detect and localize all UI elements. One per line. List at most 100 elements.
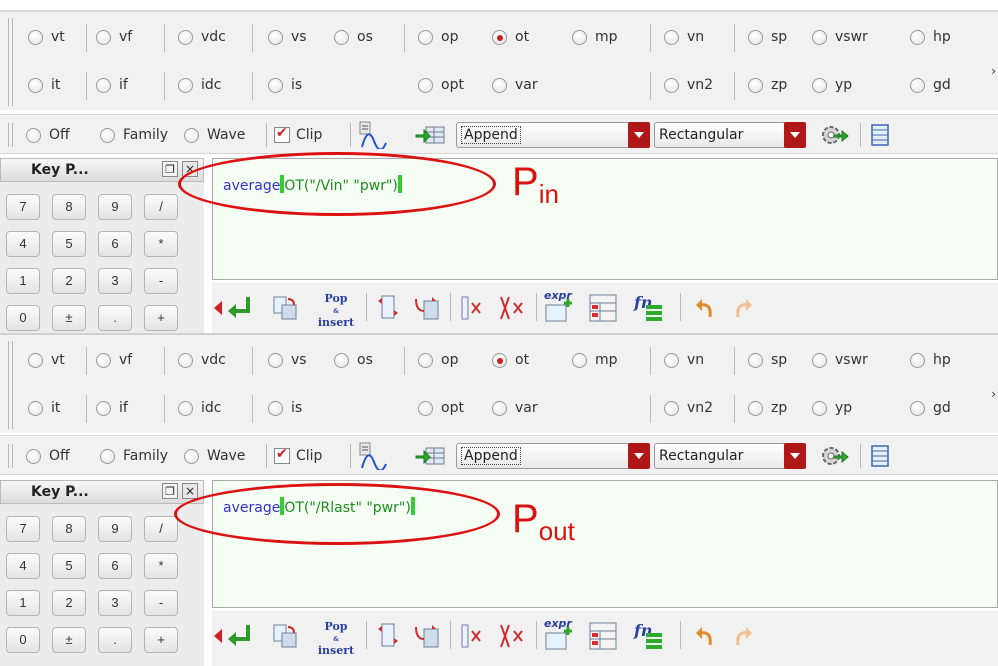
overflow-arrow-icon[interactable]: › (991, 64, 996, 78)
float-window-icon[interactable]: ❐ (162, 483, 178, 499)
radio-circle[interactable] (910, 352, 925, 368)
radio-circle[interactable] (268, 77, 283, 93)
expression-table-icon[interactable] (588, 293, 620, 323)
radio-vdc[interactable]: vdc (178, 349, 226, 371)
keypad-key[interactable]: 9 (98, 194, 132, 220)
keypad-key[interactable]: 2 (52, 268, 86, 294)
keypad-key[interactable]: + (144, 305, 178, 331)
radio-circle[interactable] (748, 77, 763, 93)
radio-sp[interactable]: sp (748, 349, 787, 371)
keypad-key[interactable]: 3 (98, 268, 132, 294)
radio-vt[interactable]: vt (28, 349, 65, 371)
settings-gear-icon[interactable] (818, 442, 849, 470)
overflow-arrow-icon[interactable]: › (991, 387, 996, 401)
keypad-key[interactable]: 5 (52, 231, 86, 257)
pop-insert-button[interactable]: Pop & insert (316, 293, 356, 328)
radio-circle[interactable] (96, 77, 111, 93)
keypad-key[interactable]: 2 (52, 590, 86, 616)
radio-var[interactable]: var (492, 74, 538, 96)
radio-circle[interactable] (28, 400, 43, 416)
radio-circle[interactable] (664, 352, 679, 368)
radio-circle[interactable] (418, 77, 433, 93)
keypad-key[interactable]: 3 (98, 590, 132, 616)
keypad-key[interactable]: ± (52, 627, 86, 653)
table-arrow-icon[interactable] (414, 121, 445, 149)
keypad-key[interactable]: * (144, 553, 178, 579)
radio-vn2[interactable]: vn2 (664, 397, 713, 419)
radio-circle[interactable] (492, 77, 507, 93)
radio-if[interactable]: if (96, 74, 128, 96)
radio-circle[interactable] (492, 400, 507, 416)
append-select[interactable]: Append (456, 443, 650, 469)
radio-ot[interactable]: ot (492, 26, 529, 48)
radio-gd[interactable]: gd (910, 74, 951, 96)
keypad-key[interactable]: - (144, 590, 178, 616)
radio-yp[interactable]: yp (812, 397, 852, 419)
radio-mp[interactable]: mp (572, 349, 618, 371)
undo-icon[interactable] (690, 293, 718, 323)
radio-sp[interactable]: sp (748, 26, 787, 48)
radio-vn[interactable]: vn (664, 26, 704, 48)
radio-idc[interactable]: idc (178, 74, 221, 96)
redo-icon[interactable] (730, 621, 758, 651)
redo-icon[interactable] (730, 293, 758, 323)
clip-checkbox[interactable]: Clip (274, 445, 322, 467)
radio-it[interactable]: it (28, 397, 60, 419)
radio-wave[interactable]: Wave (184, 445, 245, 467)
radio-gd[interactable]: gd (910, 397, 951, 419)
clear-icon[interactable] (458, 293, 486, 323)
radio-circle[interactable] (28, 352, 43, 368)
keypad-key[interactable]: ± (52, 305, 86, 331)
radio-wave[interactable]: Wave (184, 124, 245, 146)
radio-zp[interactable]: zp (748, 74, 787, 96)
plot-type-select[interactable]: Rectangular (654, 122, 806, 148)
dropdown-arrow-icon[interactable] (628, 443, 650, 469)
dropdown-arrow-icon[interactable] (628, 122, 650, 148)
keypad-key[interactable]: . (98, 627, 132, 653)
keypad-key[interactable]: + (144, 627, 178, 653)
radio-ot[interactable]: ot (492, 349, 529, 371)
keypad-key[interactable]: 9 (98, 516, 132, 542)
keypad-key[interactable]: * (144, 231, 178, 257)
radio-circle[interactable] (268, 29, 283, 45)
radio-circle[interactable] (812, 352, 827, 368)
clip-checkbox[interactable]: Clip (274, 124, 322, 146)
keypad-key[interactable]: 6 (98, 553, 132, 579)
buffer-stack-icon[interactable] (272, 621, 300, 651)
radio-circle[interactable] (812, 400, 827, 416)
radio-circle[interactable] (492, 352, 507, 368)
radio-circle[interactable] (268, 400, 283, 416)
push-buffer-icon[interactable] (374, 621, 402, 651)
radio-hp[interactable]: hp (910, 349, 951, 371)
radio-vt[interactable]: vt (28, 26, 65, 48)
radio-circle[interactable] (748, 29, 763, 45)
swap-buffer-icon[interactable] (412, 293, 440, 323)
radio-zp[interactable]: zp (748, 397, 787, 419)
radio-mp[interactable]: mp (572, 26, 618, 48)
radio-circle[interactable] (748, 400, 763, 416)
expression-add-icon[interactable]: expr (542, 289, 578, 323)
radio-circle[interactable] (334, 352, 349, 368)
radio-circle[interactable] (334, 29, 349, 45)
wave-plot-icon[interactable] (358, 442, 387, 472)
radio-circle[interactable] (572, 352, 587, 368)
toolbar-grip[interactable] (8, 444, 13, 468)
keypad-key[interactable]: 1 (6, 590, 40, 616)
keypad-key[interactable]: 7 (6, 516, 40, 542)
radio-circle[interactable] (748, 352, 763, 368)
radio-circle[interactable] (28, 29, 43, 45)
radio-off[interactable]: Off (26, 445, 70, 467)
undo-icon[interactable] (690, 621, 718, 651)
radio-circle[interactable] (100, 127, 115, 143)
wave-plot-icon[interactable] (358, 121, 387, 151)
keypad-key[interactable]: 4 (6, 553, 40, 579)
keypad-key[interactable]: / (144, 516, 178, 542)
radio-circle[interactable] (100, 448, 115, 464)
radio-var[interactable]: var (492, 397, 538, 419)
settings-gear-icon[interactable] (818, 121, 849, 149)
radio-circle[interactable] (664, 29, 679, 45)
radio-is[interactable]: is (268, 397, 302, 419)
radio-circle[interactable] (96, 29, 111, 45)
radio-opt[interactable]: opt (418, 74, 464, 96)
keypad-key[interactable]: 0 (6, 627, 40, 653)
